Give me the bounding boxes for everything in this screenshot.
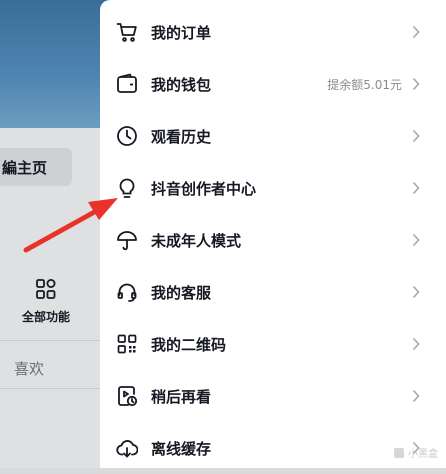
watch-later-icon <box>116 385 138 407</box>
lightbulb-icon <box>116 177 138 199</box>
menu-item-label: 稍后再看 <box>151 387 212 406</box>
tab-likes[interactable]: 喜欢 <box>14 358 44 379</box>
chevron-right-icon <box>412 129 420 143</box>
chevron-right-icon <box>412 285 420 299</box>
all-functions-label: 全部功能 <box>21 310 70 324</box>
side-menu-panel: 我的订单 我的钱包 提余额5.01元 观看历史 抖音创作者中心 未成年人模式 我… <box>100 0 446 468</box>
qrcode-icon <box>116 333 138 355</box>
menu-item-qrcode[interactable]: 我的二维码 <box>100 318 446 370</box>
menu-item-label: 离线缓存 <box>151 439 212 458</box>
menu-item-label: 未成年人模式 <box>151 231 242 250</box>
menu-item-label: 我的客服 <box>151 283 212 302</box>
wallet-icon <box>116 73 138 95</box>
menu-item-label: 抖音创作者中心 <box>151 179 257 198</box>
edit-profile-button[interactable]: 編主页 <box>0 148 72 186</box>
menu-item-customer-service[interactable]: 我的客服 <box>100 266 446 318</box>
menu-item-label: 我的二维码 <box>151 335 227 354</box>
menu-item-history[interactable]: 观看历史 <box>100 110 446 162</box>
menu-item-orders[interactable]: 我的订单 <box>100 6 446 58</box>
edit-profile-label: 編主页 <box>2 158 48 177</box>
chevron-right-icon <box>412 25 420 39</box>
menu-item-teen-mode[interactable]: 未成年人模式 <box>100 214 446 266</box>
menu-item-label: 我的钱包 <box>151 75 212 94</box>
menu-item-creator-center[interactable]: 抖音创作者中心 <box>100 162 446 214</box>
cart-icon <box>116 21 138 43</box>
profile-header-background <box>0 0 110 145</box>
chevron-right-icon <box>412 77 420 91</box>
grid-icon <box>36 279 56 299</box>
divider <box>0 340 100 341</box>
menu-item-label: 我的订单 <box>151 23 212 42</box>
watermark: 小黑盒 <box>393 445 438 460</box>
menu-item-wallet[interactable]: 我的钱包 提余额5.01元 <box>100 58 446 110</box>
chevron-right-icon <box>412 337 420 351</box>
clock-icon <box>116 125 138 147</box>
headset-icon <box>116 281 138 303</box>
divider <box>0 388 100 389</box>
all-functions-button[interactable]: 全部功能 <box>14 278 78 325</box>
watermark-logo-icon <box>394 447 404 458</box>
wallet-balance: 提余额5.01元 <box>327 77 402 92</box>
menu-item-watch-later[interactable]: 稍后再看 <box>100 370 446 422</box>
chevron-right-icon <box>412 181 420 195</box>
cloud-download-icon <box>116 437 138 459</box>
umbrella-icon <box>116 229 138 251</box>
watermark-text: 小黑盒 <box>408 449 438 460</box>
menu-item-label: 观看历史 <box>151 127 212 146</box>
chevron-right-icon <box>412 389 420 403</box>
chevron-right-icon <box>412 233 420 247</box>
